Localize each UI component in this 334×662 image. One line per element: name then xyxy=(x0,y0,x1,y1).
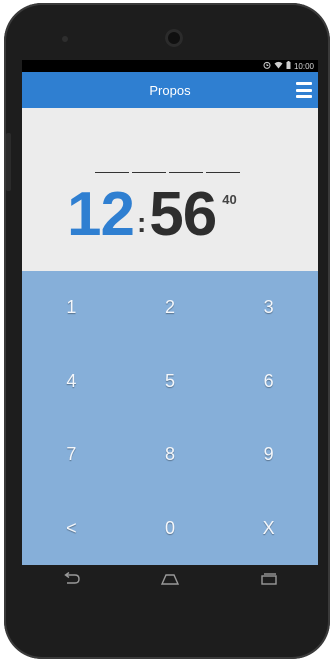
sensor-dot xyxy=(62,36,68,42)
minutes-value: 56 xyxy=(149,180,217,249)
key-8[interactable]: 8 xyxy=(121,418,220,492)
key-5[interactable]: 5 xyxy=(121,345,220,419)
app-bar: Propos xyxy=(22,72,318,108)
key-1[interactable]: 1 xyxy=(22,271,121,345)
keypad: 1 2 3 4 5 6 7 8 9 < 0 X xyxy=(22,271,318,565)
key-backspace[interactable]: < xyxy=(22,492,121,566)
key-0[interactable]: 0 xyxy=(121,492,220,566)
status-time: 10:00 xyxy=(293,61,314,71)
key-2[interactable]: 2 xyxy=(121,271,220,345)
time-separator: : xyxy=(136,207,147,238)
status-bar: 10:00 xyxy=(22,60,318,72)
home-icon[interactable] xyxy=(155,569,185,589)
key-clear[interactable]: X xyxy=(219,492,318,566)
side-button xyxy=(6,133,11,191)
key-4[interactable]: 4 xyxy=(22,345,121,419)
seconds-value: 40 xyxy=(222,192,237,207)
time-display: 12 : 56 40 xyxy=(67,180,237,258)
hours-value: 12 xyxy=(67,180,135,249)
wifi-icon xyxy=(274,61,283,71)
key-3[interactable]: 3 xyxy=(219,271,318,345)
back-icon[interactable] xyxy=(56,569,86,589)
app-title: Propos xyxy=(149,82,191,98)
alarm-icon xyxy=(263,61,271,71)
time-panel: 12 : 56 40 xyxy=(22,108,318,271)
battery-icon xyxy=(286,61,291,71)
key-6[interactable]: 6 xyxy=(219,345,318,419)
hamburger-menu-icon[interactable] xyxy=(296,82,312,98)
key-7[interactable]: 7 xyxy=(22,418,121,492)
nav-bar xyxy=(22,565,318,593)
recent-apps-icon[interactable] xyxy=(254,569,284,589)
screen: 10:00 Propos 12 : 56 40 1 2 3 4 5 6 7 8 … xyxy=(22,60,318,565)
front-camera xyxy=(165,29,183,47)
key-9[interactable]: 9 xyxy=(219,418,318,492)
digit-underlines xyxy=(95,172,240,173)
